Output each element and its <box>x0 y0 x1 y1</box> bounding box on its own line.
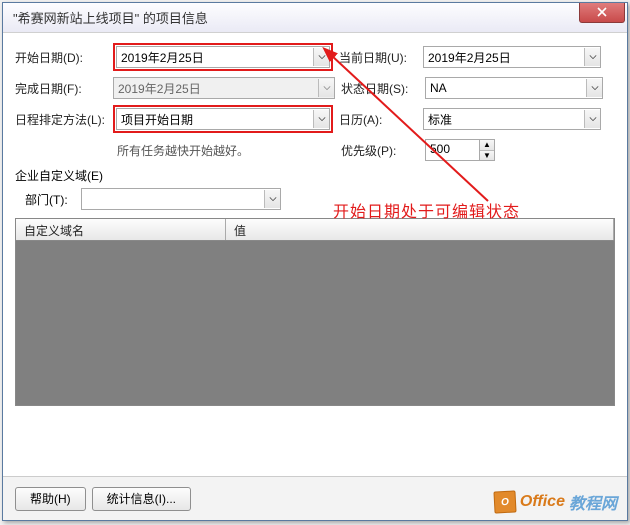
chevron-down-icon <box>589 53 597 61</box>
window-title: "希赛网新站上线项目" 的项目信息 <box>13 8 208 27</box>
calendar-field[interactable]: 标准 <box>423 108 601 130</box>
col-value-header[interactable]: 值 <box>226 219 614 240</box>
close-icon <box>597 7 607 17</box>
annotation-text: 开始日期处于可编辑状态 <box>333 198 520 222</box>
dialog-footer: 帮助(H) 统计信息(I)... <box>3 476 627 520</box>
dropdown-button[interactable] <box>586 79 602 97</box>
calendar-label: 日历(A): <box>339 111 417 128</box>
current-date-value: 2019年2月25日 <box>428 49 511 66</box>
finish-date-value: 2019年2月25日 <box>118 80 201 97</box>
calendar-value: 标准 <box>428 111 452 128</box>
dialog-body: 开始日期(D): 2019年2月25日 当前日期(U): 2019年2月25日 … <box>3 33 627 416</box>
priority-spinner[interactable]: 500 ▲ ▼ <box>425 139 495 161</box>
titlebar: "希赛网新站上线项目" 的项目信息 <box>3 3 627 33</box>
dropdown-button <box>318 79 334 97</box>
dept-field[interactable] <box>81 188 281 210</box>
status-date-value: NA <box>430 81 447 95</box>
dropdown-button[interactable] <box>264 190 280 208</box>
chevron-down-icon <box>318 115 326 123</box>
spinner-up[interactable]: ▲ <box>480 140 494 151</box>
schedule-from-value: 项目开始日期 <box>121 111 193 128</box>
status-date-label: 状态日期(S): <box>341 80 419 97</box>
project-info-dialog: "希赛网新站上线项目" 的项目信息 开始日期(D): 2019年2月25日 当前… <box>2 2 628 521</box>
start-date-field[interactable]: 2019年2月25日 <box>116 46 330 68</box>
dropdown-button[interactable] <box>313 110 329 128</box>
stats-button[interactable]: 统计信息(I)... <box>92 487 191 511</box>
chevron-down-icon <box>318 53 326 61</box>
dropdown-button[interactable] <box>584 48 600 66</box>
dropdown-button[interactable] <box>313 48 329 66</box>
spinner-down[interactable]: ▼ <box>480 151 494 161</box>
custom-fields-section-label: 企业自定义域(E) <box>15 167 615 184</box>
dropdown-button[interactable] <box>584 110 600 128</box>
chevron-down-icon <box>591 84 599 92</box>
schedule-from-highlight: 项目开始日期 <box>113 105 333 133</box>
chevron-down-icon <box>323 84 331 92</box>
schedule-from-label: 日程排定方法(L): <box>15 111 107 128</box>
current-date-field[interactable]: 2019年2月25日 <box>423 46 601 68</box>
table-header: 自定义域名 值 <box>16 219 614 241</box>
finish-date-label: 完成日期(F): <box>15 80 107 97</box>
close-button[interactable] <box>579 3 625 23</box>
priority-value[interactable]: 500 <box>425 139 479 161</box>
chevron-down-icon <box>269 195 277 203</box>
schedule-from-field[interactable]: 项目开始日期 <box>116 108 330 130</box>
current-date-label: 当前日期(U): <box>339 49 417 66</box>
schedule-hint: 所有任务越快开始越好。 <box>117 142 335 159</box>
help-button[interactable]: 帮助(H) <box>15 487 86 511</box>
start-date-label: 开始日期(D): <box>15 49 107 66</box>
dept-label: 部门(T): <box>25 191 75 208</box>
custom-fields-table[interactable]: 自定义域名 值 <box>15 218 615 406</box>
chevron-down-icon <box>589 115 597 123</box>
start-date-value: 2019年2月25日 <box>121 49 204 66</box>
col-name-header[interactable]: 自定义域名 <box>16 219 226 240</box>
finish-date-field: 2019年2月25日 <box>113 77 335 99</box>
status-date-field[interactable]: NA <box>425 77 603 99</box>
priority-label: 优先级(P): <box>341 142 419 159</box>
start-date-highlight: 2019年2月25日 <box>113 43 333 71</box>
